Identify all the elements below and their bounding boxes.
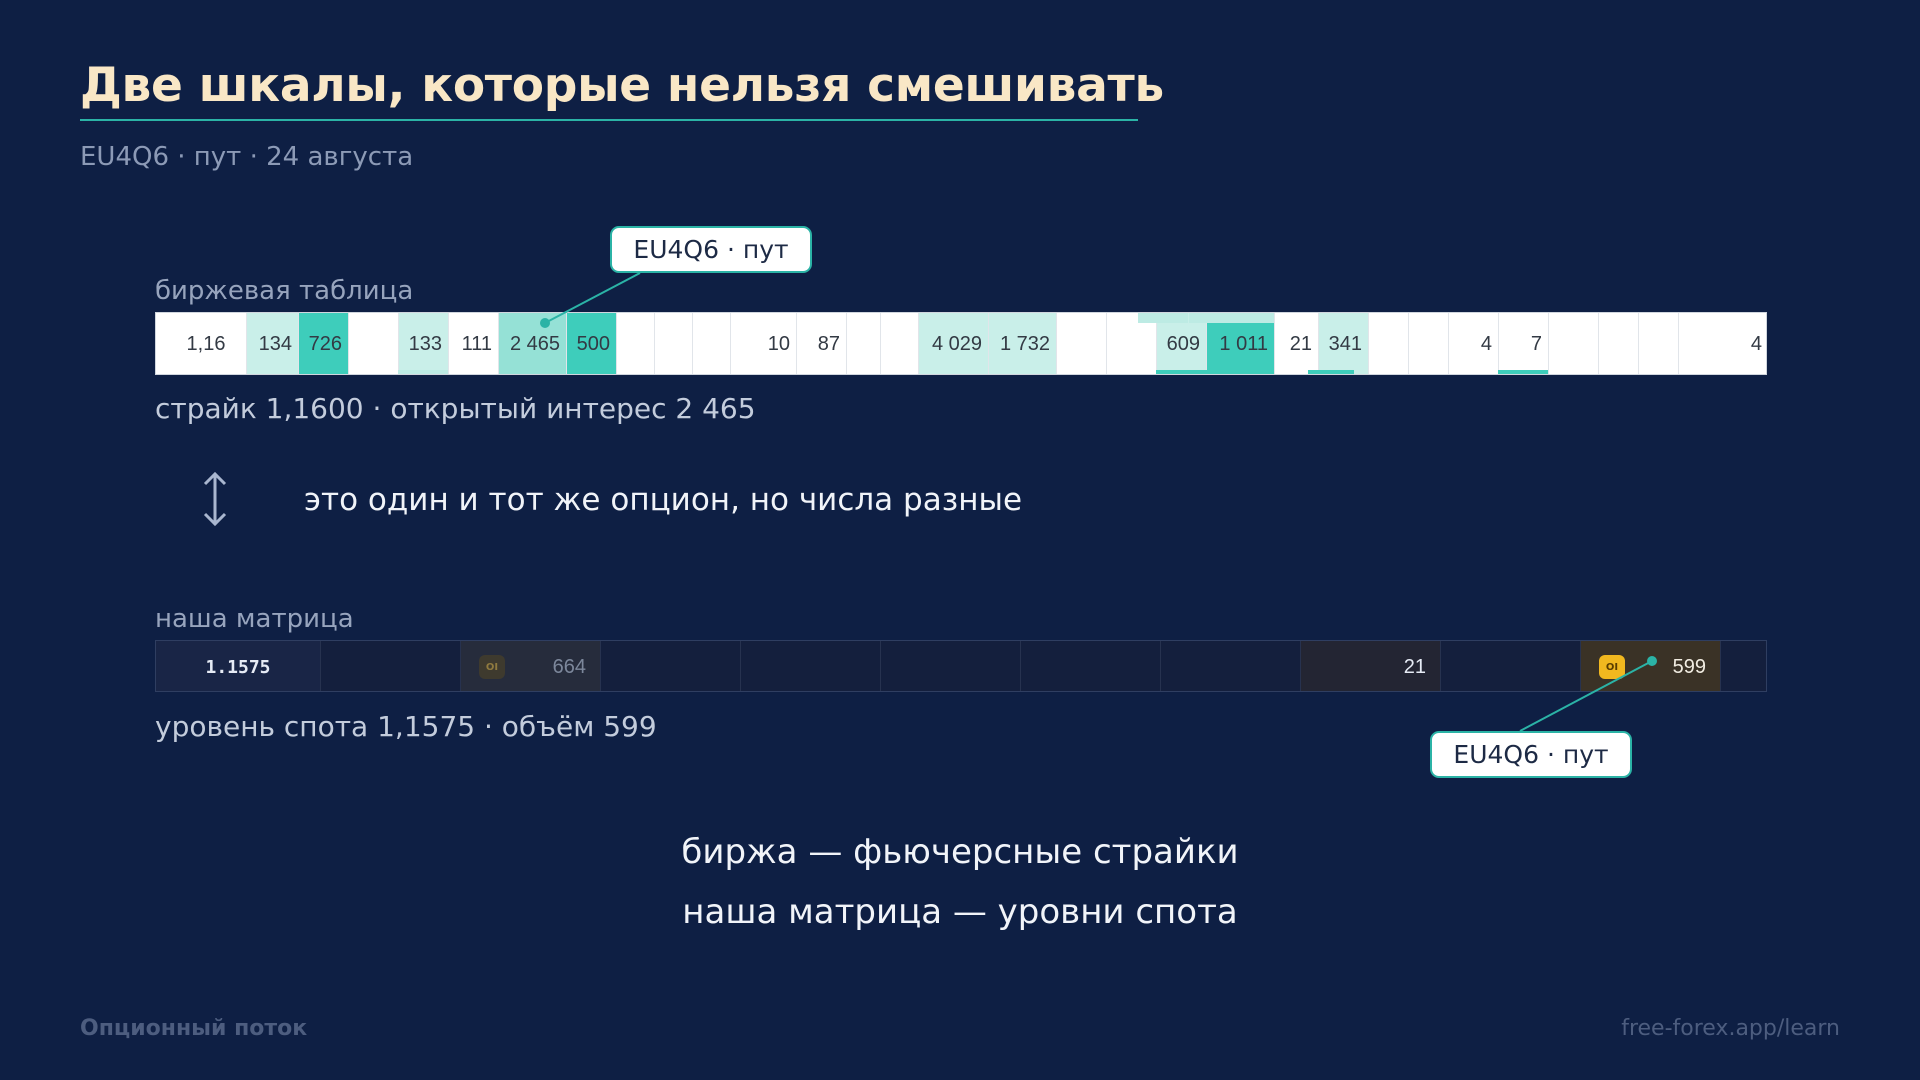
footer-brand: Опционный поток xyxy=(80,1016,308,1041)
matrix-leader-line xyxy=(1519,660,1653,732)
summary-line-matrix: наша матрица — уровни спота xyxy=(682,892,1238,932)
exchange-leader-line xyxy=(544,272,641,324)
exchange-leader-dot xyxy=(540,318,550,328)
footer-link[interactable]: free-forex.app/learn xyxy=(1621,1016,1840,1041)
matrix-callout: EU4Q6 · пут xyxy=(1430,731,1632,778)
summary-line-exchange: биржа — фьючерсные страйки xyxy=(681,832,1239,872)
matrix-leader-dot xyxy=(1647,656,1657,666)
exchange-callout: EU4Q6 · пут xyxy=(610,226,812,273)
